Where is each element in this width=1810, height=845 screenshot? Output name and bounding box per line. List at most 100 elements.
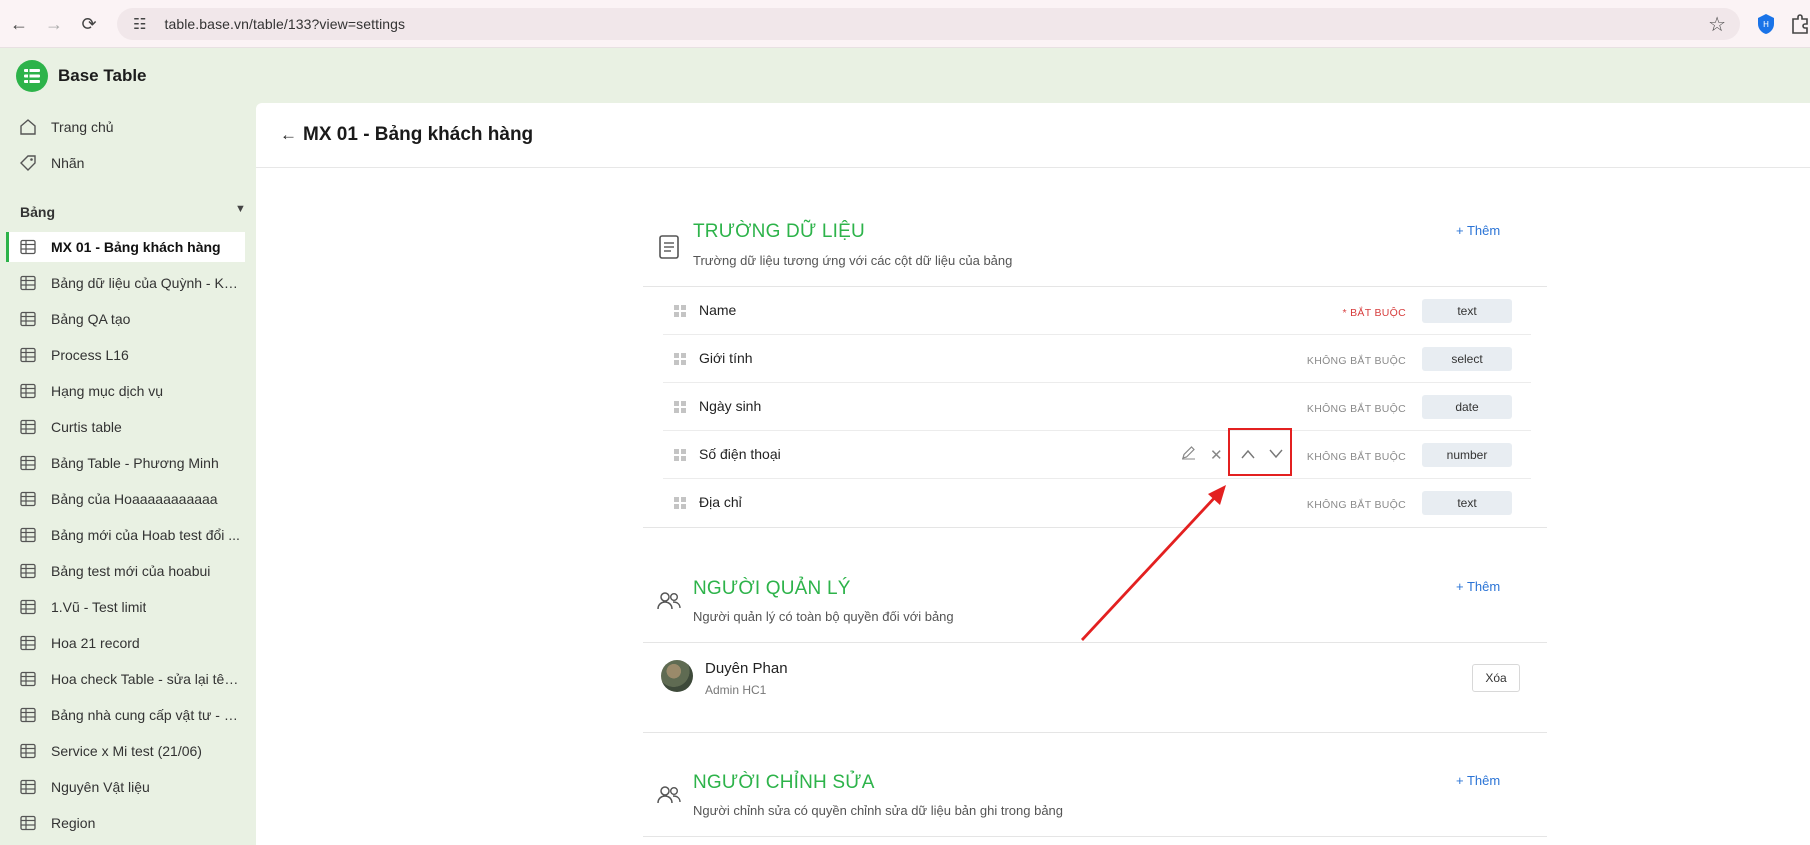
editors-section-description: Người chỉnh sửa có quyền chỉnh sửa dữ li… bbox=[693, 803, 1064, 818]
back-arrow-icon[interactable]: ← bbox=[280, 125, 297, 145]
drag-handle-icon[interactable] bbox=[674, 353, 686, 365]
table-icon bbox=[18, 453, 38, 473]
sidebar-item-label: Curtis table bbox=[51, 419, 122, 435]
requirement-label: * BẮT BUỘC bbox=[1342, 307, 1406, 319]
user-name: Duyên Phan bbox=[705, 660, 788, 677]
browser-toolbar: ← → ⟳ ☷ table.base.vn/table/133?view=set… bbox=[0, 0, 1810, 48]
app-logo[interactable] bbox=[16, 60, 48, 92]
forward-icon[interactable]: → bbox=[42, 12, 66, 36]
address-bar[interactable]: ☷ table.base.vn/table/133?view=settings … bbox=[117, 8, 1740, 40]
annotation-highlight-box bbox=[1228, 428, 1292, 476]
section-collapse-caret-icon[interactable]: ▼ bbox=[235, 203, 246, 215]
avatar bbox=[661, 660, 693, 692]
app-title: Base Table bbox=[58, 66, 147, 85]
reload-icon[interactable]: ⟳ bbox=[77, 12, 101, 36]
sidebar-table-item[interactable]: Bảng dữ liệu của Quỳnh - KH... bbox=[6, 268, 245, 298]
sidebar-table-item[interactable]: Bảng test mới của hoabui bbox=[6, 556, 245, 586]
table-list-icon bbox=[24, 69, 40, 83]
sidebar-item-label: Region bbox=[51, 815, 96, 831]
home-icon bbox=[18, 117, 38, 137]
table-icon bbox=[18, 489, 38, 509]
field-name: Name bbox=[699, 302, 737, 318]
sidebar-item-label: Hoa 21 record bbox=[51, 635, 140, 651]
sidebar-table-item[interactable]: Curtis table bbox=[6, 412, 245, 442]
sidebar-item-label: Process L16 bbox=[51, 347, 129, 363]
table-icon bbox=[18, 525, 38, 545]
sidebar-item-label: Bảng Table - Phương Minh bbox=[51, 455, 219, 471]
field-row[interactable]: Giới tính KHÔNG BẮT BUỘC select bbox=[663, 335, 1531, 383]
fields-section-description: Trường dữ liệu tương ứng với các cột dữ … bbox=[693, 253, 1013, 268]
sidebar-table-item[interactable]: Hoa 21 record bbox=[6, 628, 245, 658]
drag-handle-icon[interactable] bbox=[674, 449, 686, 461]
table-icon bbox=[18, 705, 38, 725]
table-icon bbox=[18, 273, 38, 293]
requirement-label: KHÔNG BẮT BUỘC bbox=[1306, 451, 1406, 463]
edit-pencil-icon[interactable] bbox=[1181, 445, 1196, 464]
user-role: Admin HC1 bbox=[705, 683, 767, 697]
manager-row: Duyên Phan Admin HC1 Xóa bbox=[643, 643, 1547, 733]
field-row[interactable]: Số điện thoại ✕ KHÔNG BẮT BUỘC number bbox=[663, 431, 1531, 479]
sidebar-table-item[interactable]: MX 01 - Bảng khách hàng bbox=[6, 232, 245, 262]
drag-handle-icon[interactable] bbox=[674, 497, 686, 509]
extensions-puzzle-icon[interactable] bbox=[1790, 13, 1810, 35]
managers-section-title: NGƯỜI QUẢN LÝ bbox=[693, 578, 851, 599]
managers-section-description: Người quản lý có toàn bộ quyền đối với b… bbox=[693, 609, 954, 624]
sidebar-table-item[interactable]: Bảng nhà cung cấp vật tư - CE bbox=[6, 700, 245, 730]
drag-handle-icon[interactable] bbox=[674, 401, 686, 413]
bookmark-star-icon[interactable]: ☆ bbox=[1708, 12, 1726, 37]
section-divider bbox=[643, 836, 1547, 837]
sidebar-item-home[interactable]: Trang chủ bbox=[6, 112, 245, 142]
back-icon[interactable]: ← bbox=[7, 12, 31, 36]
table-icon bbox=[18, 741, 38, 761]
add-field-button[interactable]: + Thêm bbox=[1456, 223, 1500, 238]
section-divider bbox=[643, 527, 1547, 528]
sidebar-item-label: Nhãn bbox=[51, 155, 85, 171]
sidebar-table-item[interactable]: Region bbox=[6, 808, 245, 838]
sidebar-item-label: Bảng test mới của hoabui bbox=[51, 563, 211, 579]
table-icon bbox=[18, 813, 38, 833]
delete-x-icon[interactable]: ✕ bbox=[1210, 446, 1223, 464]
table-icon bbox=[18, 345, 38, 365]
extension-shield-icon[interactable]: H bbox=[1756, 13, 1776, 35]
remove-manager-button[interactable]: Xóa bbox=[1472, 664, 1520, 692]
sidebar-item-label: MX 01 - Bảng khách hàng bbox=[51, 239, 221, 255]
add-manager-button[interactable]: + Thêm bbox=[1456, 579, 1500, 594]
add-editor-button[interactable]: + Thêm bbox=[1456, 773, 1500, 788]
site-settings-icon[interactable]: ☷ bbox=[133, 15, 146, 33]
field-type-badge: select bbox=[1422, 347, 1512, 371]
main-panel: ← MX 01 - Bảng khách hàng TRƯỜNG DỮ LIỆU… bbox=[256, 103, 1810, 845]
sidebar-table-item[interactable]: Process L16 bbox=[6, 340, 245, 370]
sidebar-item-tags[interactable]: Nhãn bbox=[6, 148, 245, 178]
sidebar-table-item[interactable]: Bảng mới của Hoab test đổi ... bbox=[6, 520, 245, 550]
sidebar-item-label: Bảng nhà cung cấp vật tư - CE bbox=[51, 707, 241, 723]
sidebar-table-item[interactable]: Bảng QA tạo bbox=[6, 304, 245, 334]
sidebar-item-label: Nguyên Vật liệu bbox=[51, 779, 150, 795]
sidebar-table-item[interactable]: Bảng Table - Phương Minh bbox=[6, 448, 245, 478]
sidebar-item-label: Bảng QA tạo bbox=[51, 311, 131, 327]
table-icon bbox=[18, 417, 38, 437]
editors-section-title: NGƯỜI CHỈNH SỬA bbox=[693, 772, 875, 793]
field-row[interactable]: Ngày sinh KHÔNG BẮT BUỘC date bbox=[663, 383, 1531, 431]
sidebar-item-label: Trang chủ bbox=[51, 119, 114, 135]
sidebar-table-item[interactable]: Service x Mi test (21/06) bbox=[6, 736, 245, 766]
field-name: Địa chỉ bbox=[699, 494, 742, 510]
document-icon bbox=[659, 235, 679, 259]
field-type-badge: date bbox=[1422, 395, 1512, 419]
table-icon bbox=[18, 381, 38, 401]
sidebar-item-label: Bảng mới của Hoab test đổi ... bbox=[51, 527, 240, 543]
drag-handle-icon[interactable] bbox=[674, 305, 686, 317]
table-icon bbox=[18, 777, 38, 797]
field-row[interactable]: Name * BẮT BUỘC text bbox=[663, 287, 1531, 335]
table-icon bbox=[18, 309, 38, 329]
sidebar-table-item[interactable]: Nguyên Vật liệu bbox=[6, 772, 245, 802]
sidebar-table-item[interactable]: Hạng mục dịch vụ bbox=[6, 376, 245, 406]
tag-icon bbox=[18, 153, 38, 173]
requirement-label: KHÔNG BẮT BUỘC bbox=[1306, 403, 1406, 415]
users-icon bbox=[657, 592, 681, 610]
svg-text:H: H bbox=[1763, 20, 1769, 29]
table-icon bbox=[18, 561, 38, 581]
field-row[interactable]: Địa chỉ KHÔNG BẮT BUỘC text bbox=[663, 479, 1531, 527]
sidebar-table-item[interactable]: 1.Vũ - Test limit bbox=[6, 592, 245, 622]
sidebar-table-item[interactable]: Bảng của Hoaaaaaaaaaaa bbox=[6, 484, 245, 514]
sidebar-table-item[interactable]: Hoa check Table - sửa lại tên... bbox=[6, 664, 245, 694]
